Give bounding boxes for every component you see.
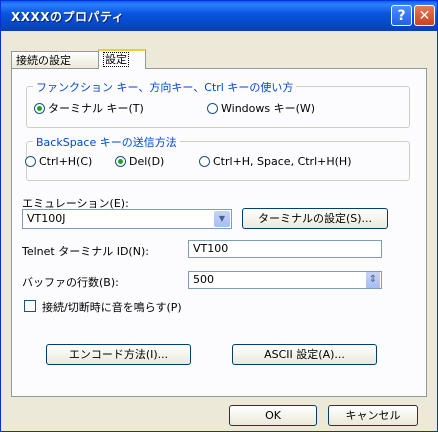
chevron-down-icon[interactable]: ▼ [214,211,230,227]
window-title: XXXXのプロパティ [11,10,125,24]
radio-dot [199,156,210,167]
close-button[interactable]: ✕ [414,5,435,26]
backspace-group: BackSpace キーの送信方法 Ctrl+H(C) Del(D) Ctrl+… [25,134,410,181]
buffer-lines-value: 500 [193,273,214,286]
tab-settings[interactable]: 設定 [98,49,146,69]
key-usage-legend: ファンクション キー、方向キー、Ctrl キーの使い方 [33,79,297,95]
telnet-id-label: Telnet ターミナル ID(N): [22,245,149,258]
radio-dot [207,103,218,114]
buffer-lines-input[interactable]: 500 ⇕ [188,271,382,289]
telnet-id-input[interactable]: VT100 [188,240,382,258]
radio-windows-key-label: Windows キー(W) [221,102,316,115]
radio-ctrl-h[interactable]: Ctrl+H(C) [25,155,92,168]
radio-terminal-key-label: ターミナル キー(T) [48,102,144,115]
emulation-select[interactable]: VT100J ▼ [22,209,232,229]
cancel-button[interactable]: キャンセル [328,405,418,426]
radio-dot [25,156,36,167]
sound-checkbox[interactable] [24,300,36,312]
help-button[interactable]: ? [391,5,412,26]
radio-dot-selected [115,156,126,167]
radio-del[interactable]: Del(D) [115,155,164,168]
radio-windows-key[interactable]: Windows キー(W) [207,100,315,116]
terminal-settings-button[interactable]: ターミナルの設定(S)... [242,208,388,229]
encode-method-button[interactable]: エンコード方法(I)... [46,344,191,365]
key-usage-group: ファンクション キー、方向キー、Ctrl キーの使い方 ターミナル キー(T) … [26,79,410,128]
settings-panel: ファンクション キー、方向キー、Ctrl キーの使い方 ターミナル キー(T) … [11,68,427,397]
radio-del-label: Del(D) [129,155,165,168]
buffer-lines-label: バッファの行数(B): [22,276,119,289]
properties-window: XXXXのプロパティ ? ✕ 接続の設定 設定 ファンクション キー、方向キー、… [0,0,438,432]
radio-terminal-key[interactable]: ターミナル キー(T) [34,100,144,116]
radio-ctrl-h-label: Ctrl+H(C) [39,155,93,168]
radio-dot-selected [34,103,45,114]
radio-ctrl-h-space-label: Ctrl+H, Space, Ctrl+H(H) [213,155,352,168]
emulation-value: VT100J [27,212,66,225]
radio-ctrl-h-space[interactable]: Ctrl+H, Space, Ctrl+H(H) [199,155,351,168]
tab-settings-label: 設定 [103,52,129,67]
backspace-legend: BackSpace キーの送信方法 [33,134,180,150]
title-bar[interactable]: XXXXのプロパティ ? ✕ [1,1,437,31]
ok-button[interactable]: OK [229,405,317,426]
ascii-settings-button[interactable]: ASCII 設定(A)... [232,344,377,365]
spinner-arrows-icon[interactable]: ⇕ [366,272,380,288]
sound-checkbox-label: 接続/切断時に音を鳴らす(P) [42,301,182,314]
tab-connection-settings[interactable]: 接続の設定 [11,51,99,68]
